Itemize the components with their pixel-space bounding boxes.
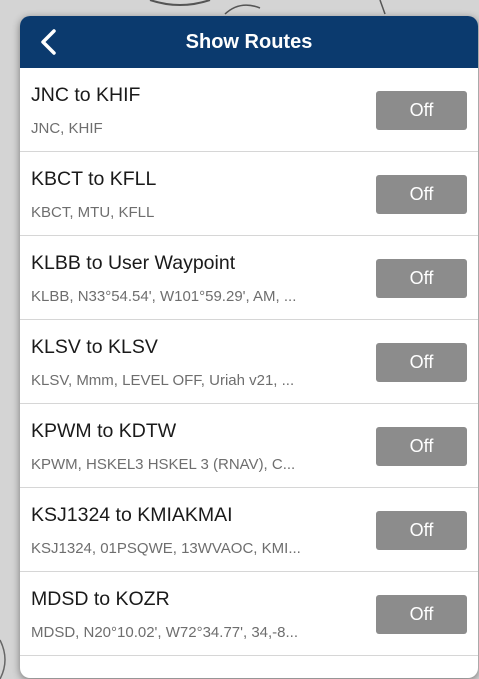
route-row[interactable]: JNC to KHIF JNC, KHIF Off [20, 68, 478, 152]
route-row[interactable]: KLSV to KLSV KLSV, Mmm, LEVEL OFF, Uriah… [20, 320, 478, 404]
routes-list: JNC to KHIF JNC, KHIF Off KBCT to KFLL K… [20, 68, 478, 656]
route-row[interactable]: KBCT to KFLL KBCT, MTU, KFLL Off [20, 152, 478, 236]
route-title: KLSV to KLSV [31, 336, 158, 358]
route-toggle-button[interactable]: Off [376, 595, 467, 634]
route-toggle-button[interactable]: Off [376, 511, 467, 550]
route-title: KSJ1324 to KMIAKMAI [31, 504, 233, 526]
route-toggle-button[interactable]: Off [376, 259, 467, 298]
page-title: Show Routes [185, 30, 313, 53]
route-title: KLBB to User Waypoint [31, 252, 236, 274]
route-title: MDSD to KOZR [31, 588, 170, 610]
show-routes-panel: Show Routes JNC to KHIF JNC, KHIF Off KB… [20, 16, 478, 678]
route-toggle-button[interactable]: Off [376, 427, 467, 466]
route-toggle-button[interactable]: Off [376, 175, 467, 214]
route-waypoints: KLBB, N33°54.54', W101°59.29', AM, ... [31, 288, 297, 305]
route-row[interactable]: MDSD to KOZR MDSD, N20°10.02', W72°34.77… [20, 572, 478, 656]
route-toggle-button[interactable]: Off [376, 343, 467, 382]
route-title: KPWM to KDTW [31, 420, 177, 442]
route-row[interactable]: KPWM to KDTW KPWM, HSKEL3 HSKEL 3 (RNAV)… [20, 404, 478, 488]
chevron-left-icon [41, 29, 56, 55]
route-waypoints: KSJ1324, 01PSQWE, 13WVAOC, KMI... [31, 540, 301, 557]
route-title: KBCT to KFLL [31, 168, 157, 190]
route-title: JNC to KHIF [31, 84, 141, 106]
route-waypoints: KLSV, Mmm, LEVEL OFF, Uriah v21, ... [31, 372, 295, 389]
header-bar: Show Routes [20, 16, 478, 68]
route-row[interactable]: KLBB to User Waypoint KLBB, N33°54.54', … [20, 236, 478, 320]
route-toggle-button[interactable]: Off [376, 91, 467, 130]
back-button[interactable] [32, 25, 66, 59]
route-waypoints: JNC, KHIF [31, 120, 103, 137]
route-waypoints: KPWM, HSKEL3 HSKEL 3 (RNAV), C... [31, 456, 296, 473]
route-waypoints: MDSD, N20°10.02', W72°34.77', 34,-8... [31, 624, 299, 641]
route-row[interactable]: KSJ1324 to KMIAKMAI KSJ1324, 01PSQWE, 13… [20, 488, 478, 572]
route-waypoints: KBCT, MTU, KFLL [31, 204, 155, 221]
